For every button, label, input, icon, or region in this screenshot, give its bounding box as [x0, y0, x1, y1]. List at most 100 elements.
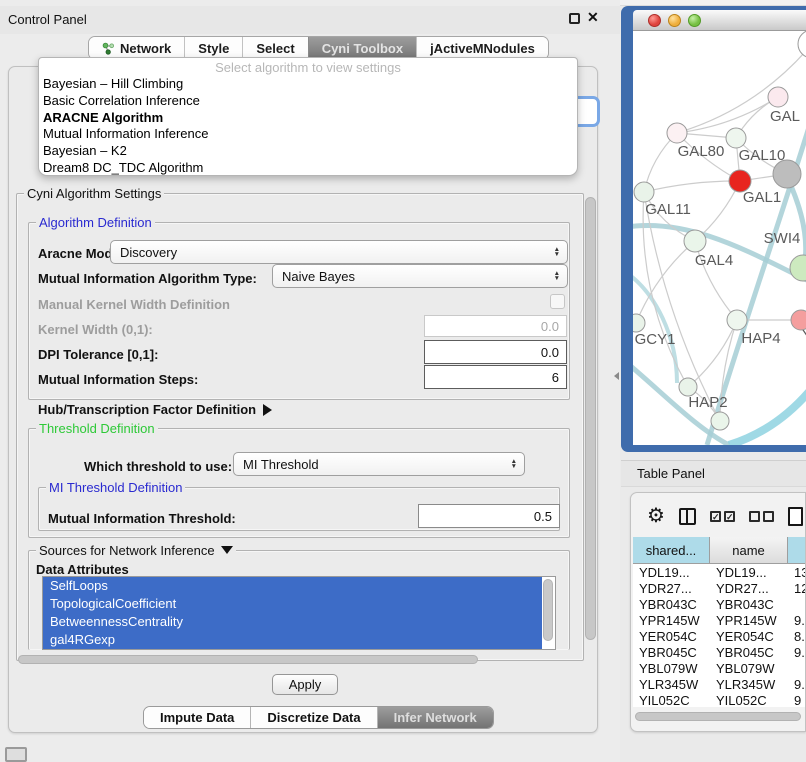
network-canvas[interactable]: GALGAL80GAL10GAL1GAL11SWI4GAL4GCY1HAP4YH…: [633, 31, 806, 445]
tab-select[interactable]: Select: [242, 37, 307, 59]
export-table-icon[interactable]: [788, 507, 803, 526]
settings-vertical-scrollbar[interactable]: [585, 197, 596, 640]
float-window-icon[interactable]: [569, 13, 580, 24]
node-label: HAP4: [741, 330, 780, 347]
mi-steps-input[interactable]: 6: [424, 365, 567, 389]
dropdown-item[interactable]: Basic Correlation Inference: [39, 93, 577, 110]
group-title: Threshold Definition: [36, 421, 158, 436]
table-panel-title: Table Panel: [637, 466, 705, 481]
group-title: MI Threshold Definition: [46, 480, 185, 495]
network-node[interactable]: [773, 160, 801, 188]
table-toolbar: ⚙ ✓✓: [631, 501, 806, 531]
node-label: Y: [802, 327, 806, 344]
table-panel-box: ⚙ ✓✓ shared...name YDL19...YDL19...13YDR…: [630, 492, 806, 732]
collapsed-panel-icon[interactable]: [5, 747, 27, 762]
selected-value: Naive Bayes: [282, 269, 355, 284]
close-window-icon[interactable]: [648, 14, 661, 27]
unchecked-box-icon: [749, 511, 760, 522]
collapse-arrow-icon[interactable]: [221, 546, 233, 554]
network-node[interactable]: [726, 128, 746, 148]
dropdown-item[interactable]: Bayesian – Hill Climbing: [39, 76, 577, 93]
network-edge-highlighted[interactable]: [729, 387, 806, 445]
table-header-row: shared...name: [633, 537, 806, 564]
column-header[interactable]: [788, 537, 806, 563]
which-threshold-select[interactable]: MI Threshold ▲▼: [233, 452, 525, 476]
network-node[interactable]: [633, 314, 645, 332]
network-node[interactable]: [634, 182, 654, 202]
dropdown-item[interactable]: Bayesian – K2: [39, 143, 577, 160]
column-header[interactable]: name: [710, 537, 788, 563]
data-attributes-list[interactable]: SelfLoopsTopologicalCoefficientBetweenne…: [42, 576, 556, 650]
network-window-titlebar[interactable]: [633, 10, 806, 31]
network-node[interactable]: [790, 255, 806, 281]
attribute-item-selected[interactable]: TopologicalCoefficient: [43, 595, 542, 613]
columns-icon[interactable]: [679, 508, 696, 525]
table-cell: YLR345W: [710, 676, 788, 692]
node-label: GAL80: [678, 143, 725, 160]
manual-kernel-checkbox[interactable]: [550, 294, 565, 309]
mi-threshold-input[interactable]: 0.5: [418, 504, 560, 528]
apply-button[interactable]: Apply: [272, 674, 338, 695]
table-row[interactable]: YDR27...YDR27...12: [633, 580, 806, 596]
data-attributes-label: Data Attributes: [36, 562, 129, 577]
splitter-handle-icon[interactable]: [614, 372, 619, 380]
close-panel-icon[interactable]: ✕: [587, 9, 599, 26]
tab-label: Cyni Toolbox: [322, 41, 403, 56]
attribute-item-selected[interactable]: BetweennessCentrality: [43, 613, 542, 631]
table-row[interactable]: YPR145WYPR145W9.: [633, 612, 806, 628]
node-table[interactable]: shared...name YDL19...YDL19...13YDR27...…: [633, 537, 806, 707]
settings-horizontal-scrollbar[interactable]: [18, 655, 478, 664]
table-row[interactable]: YIL052CYIL052C9: [633, 692, 806, 707]
tab-style[interactable]: Style: [184, 37, 242, 59]
dropdown-item[interactable]: Mutual Information Inference: [39, 126, 577, 143]
column-header[interactable]: shared...: [633, 537, 710, 563]
stepper-icon: ▲▼: [554, 241, 560, 263]
zoom-window-icon[interactable]: [688, 14, 701, 27]
table-horizontal-scrollbar[interactable]: [635, 712, 801, 721]
tab-network[interactable]: Network: [89, 37, 184, 59]
tab-label: Infer Network: [394, 710, 477, 725]
tab-cyni-toolbox[interactable]: Cyni Toolbox: [308, 37, 416, 59]
dpi-tolerance-input[interactable]: 0.0: [424, 340, 567, 364]
table-row[interactable]: YBR043CYBR043C: [633, 596, 806, 612]
network-edge[interactable]: [644, 181, 740, 192]
mi-type-label: Mutual Information Algorithm Type:: [38, 271, 257, 286]
mi-type-select[interactable]: Naive Bayes ▲▼: [272, 264, 568, 288]
network-node[interactable]: [768, 87, 788, 107]
minimize-window-icon[interactable]: [668, 14, 681, 27]
select-all-columns-icon[interactable]: ✓✓: [710, 511, 735, 522]
checked-box-icon: ✓: [724, 511, 735, 522]
aracne-mode-select[interactable]: Discovery ▲▼: [110, 240, 568, 264]
group-title: Cyni Algorithm Settings: [24, 186, 164, 201]
kernel-width-input[interactable]: 0.0: [424, 315, 567, 337]
table-cell: YIL052C: [633, 692, 710, 707]
table-row[interactable]: YBR045CYBR045C9.: [633, 644, 806, 660]
tab-infer-network[interactable]: Infer Network: [377, 707, 493, 728]
tab-label: Discretize Data: [267, 710, 360, 725]
table-cell: YPR145W: [710, 612, 788, 628]
network-node[interactable]: [711, 412, 729, 430]
unselect-all-columns-icon[interactable]: [749, 511, 774, 522]
tab-impute-data[interactable]: Impute Data: [144, 707, 250, 728]
network-node[interactable]: [667, 123, 687, 143]
hub-definition-expander[interactable]: Hub/Transcription Factor Definition: [38, 402, 272, 417]
stepper-icon: ▲▼: [511, 453, 517, 475]
attribute-item-selected[interactable]: gal4RGexp: [43, 631, 542, 649]
tab-label: Select: [256, 41, 294, 56]
dropdown-item[interactable]: ARACNE Algorithm: [39, 110, 577, 127]
tab-label: jActiveMNodules: [430, 41, 535, 56]
dropdown-item[interactable]: Dream8 DC_TDC Algorithm: [39, 160, 577, 177]
network-node[interactable]: [727, 310, 747, 330]
tab-label: Style: [198, 41, 229, 56]
table-row[interactable]: YDL19...YDL19...13: [633, 564, 806, 580]
gear-icon[interactable]: ⚙: [647, 506, 665, 526]
attributes-list-scrollbar[interactable]: [543, 579, 553, 641]
table-row[interactable]: YER054CYER054C8.: [633, 628, 806, 644]
tab-jactivemnodules[interactable]: jActiveMNodules: [416, 37, 548, 59]
network-node[interactable]: [798, 31, 806, 58]
attribute-item-selected[interactable]: SelfLoops: [43, 577, 542, 595]
table-row[interactable]: YBL079WYBL079W: [633, 660, 806, 676]
table-row[interactable]: YLR345WYLR345W9.: [633, 676, 806, 692]
network-node[interactable]: [684, 230, 706, 252]
tab-discretize-data[interactable]: Discretize Data: [250, 707, 376, 728]
